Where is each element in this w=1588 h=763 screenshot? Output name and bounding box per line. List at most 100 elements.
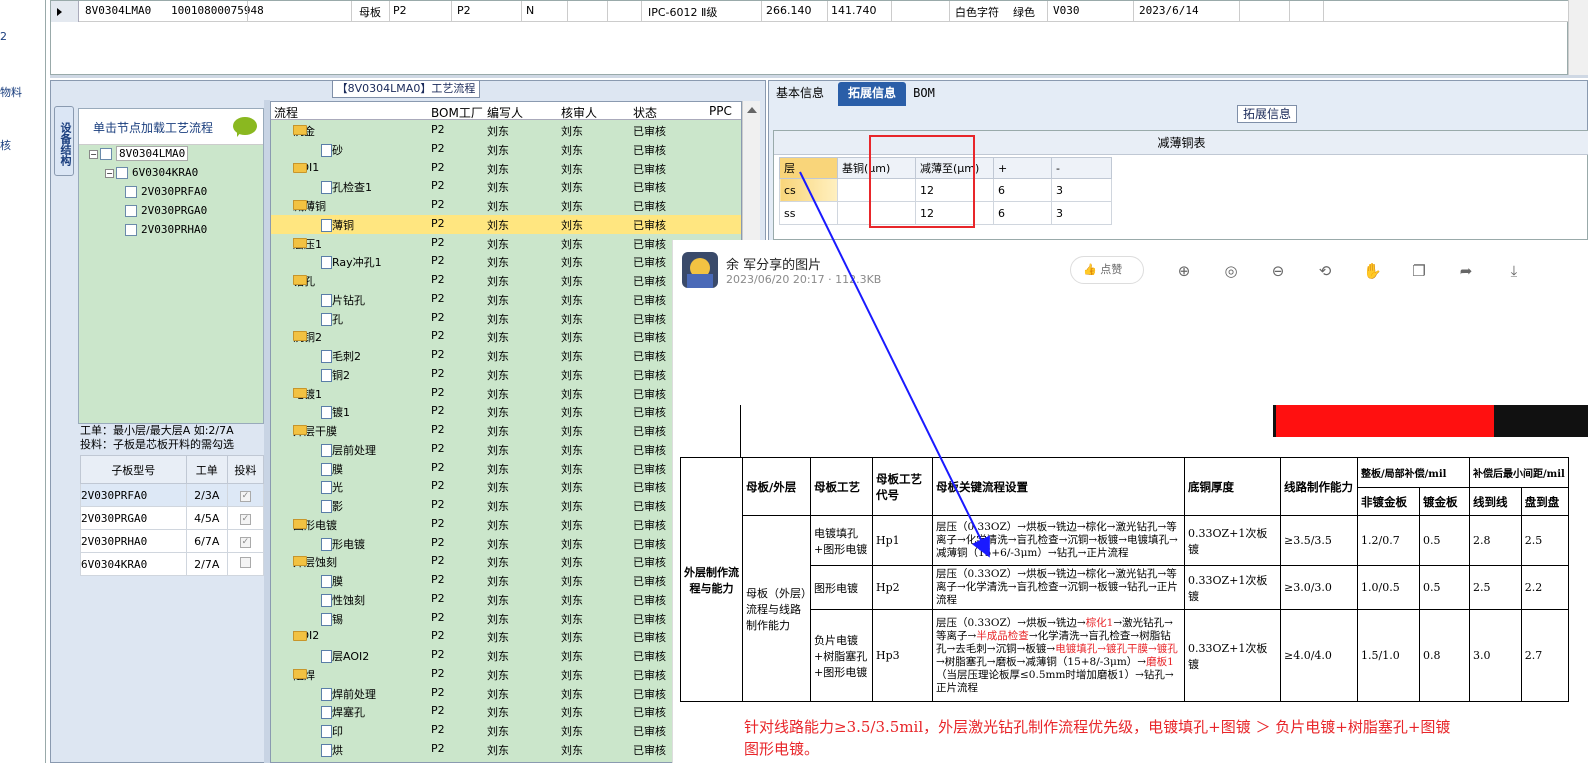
flow-writer: 刘东	[487, 706, 509, 720]
tab-device-structure[interactable]: 设备结构	[54, 106, 74, 176]
feed-checkbox[interactable]: ✓	[239, 491, 251, 502]
table-row[interactable]: 2V030PRFA0 2/3A ✓	[80, 483, 265, 507]
tree-node[interactable]: 2V030PRFA0	[125, 185, 207, 198]
row-indicator[interactable]	[51, 1, 79, 22]
document-icon	[321, 593, 332, 607]
column-header[interactable]: 投料	[226, 455, 265, 484]
flow-step: 显影	[321, 498, 343, 514]
doc-cell: 0.5	[1419, 565, 1470, 610]
document-icon	[321, 706, 332, 720]
flow-status: 已审核	[633, 312, 666, 326]
like-button[interactable]: 👍 点赞	[1070, 256, 1144, 284]
column-header[interactable]: 子板型号	[80, 455, 187, 484]
flow-writer: 刘东	[487, 275, 509, 288]
annotation-red-rectangle	[869, 135, 975, 228]
cell-layer[interactable]: ss	[779, 201, 838, 225]
flow-factory: P2	[431, 291, 445, 305]
folder-icon	[293, 631, 307, 642]
flow-writer: 刘东	[487, 743, 509, 757]
flow-writer: 刘东	[487, 518, 509, 532]
tree-node[interactable]: 2V030PRHA0	[125, 223, 207, 236]
folder-icon	[293, 556, 307, 567]
cell-minus[interactable]: 3	[1051, 178, 1112, 202]
column-header[interactable]: 核审人	[561, 104, 597, 121]
document-icon	[321, 350, 332, 363]
feed-checkbox[interactable]: ✓	[239, 537, 251, 548]
rotate-icon[interactable]: ⟲	[1316, 262, 1334, 280]
tab-extended-info[interactable]: 拓展信息	[838, 82, 906, 106]
zoom-in-icon[interactable]: ⊕	[1175, 262, 1193, 280]
table-row[interactable]: 8V0304LMA0 10010800075948 母板 P2 P2 N IPC…	[51, 1, 1569, 22]
tab-bom[interactable]: BOM	[910, 82, 938, 106]
flow-row[interactable]: −减薄铜 P2 刘东 刘东 已审核	[271, 196, 741, 215]
column-header[interactable]: 状态	[633, 104, 657, 121]
cell-order[interactable]: 4/5A	[185, 506, 228, 530]
feed-checkbox[interactable]: ✓	[239, 514, 251, 525]
column-header[interactable]: BOM工厂	[431, 104, 483, 121]
left-nav-strip: 2 物料 核	[0, 0, 46, 763]
tab-basic-info[interactable]: 基本信息	[770, 82, 830, 106]
cell-layer[interactable]: cs	[779, 178, 838, 202]
flow-row[interactable]: −AOI1 P2 刘东 刘东 已审核	[271, 159, 741, 178]
flow-row[interactable]: −沉金 P2 刘东 刘东 已审核	[271, 121, 741, 140]
doc-side-label: 外层制作流程与能力	[680, 457, 743, 702]
flow-status: 已审核	[633, 612, 666, 626]
column-header[interactable]: 工单	[185, 455, 228, 484]
doc-cell: 0.33OZ+1次板镀	[1184, 609, 1281, 702]
splitter[interactable]	[50, 75, 1588, 78]
flow-row[interactable]: 盲孔检查1 P2 刘东 刘东 已审核	[271, 177, 741, 196]
flow-status: 已审核	[633, 425, 666, 438]
cell-order[interactable]: 6/7A	[185, 529, 228, 553]
column-header[interactable]: -	[1051, 157, 1112, 179]
tree-node[interactable]: 2V030PRGA0	[125, 204, 207, 217]
doc-bottom-note: 针对线路能力≥3.5/3.5mil，外层激光钻孔制作流程优先级，电镀填孔+图镀 …	[744, 716, 1588, 760]
image-meta: 2023/06/20 20:17 · 112.3KB	[726, 273, 882, 286]
column-header[interactable]: +	[993, 157, 1052, 179]
flow-factory: P2	[431, 254, 445, 268]
zoom-out-icon[interactable]: ⊖	[1269, 262, 1287, 280]
tree-node-root[interactable]: −8V0304LMA0	[89, 146, 189, 161]
flow-reviewer: 刘东	[561, 706, 583, 720]
left-nav-item-1[interactable]: 2	[0, 30, 7, 43]
flow-factory: P2	[431, 479, 445, 493]
cell-plus[interactable]: 6	[993, 178, 1052, 202]
tree-node[interactable]: −6V0304KRA0	[105, 166, 198, 179]
fit-icon[interactable]: ◎	[1222, 262, 1240, 280]
feed-checkbox[interactable]	[239, 557, 251, 568]
flow-row[interactable]: 减薄铜 P2 刘东 刘东 已审核	[271, 214, 741, 234]
folder-icon	[293, 162, 307, 173]
flow-row[interactable]: 喷砂 P2 刘东 刘东 已审核	[271, 140, 741, 159]
cell-order[interactable]: 2/3A	[185, 483, 228, 507]
flow-factory: P2	[431, 310, 445, 324]
cell-order[interactable]: 2/7A	[185, 552, 228, 576]
doc-cell: 负片电镀+树脂塞孔+图形电镀	[810, 609, 873, 702]
table-row[interactable]: 2V030PRHA0 6/7A ✓	[80, 529, 265, 553]
flow-status: 已审核	[633, 725, 666, 738]
flow-factory: P2	[431, 629, 445, 643]
flow-status: 已审核	[633, 237, 666, 251]
top-grid-scrollbar[interactable]	[1568, 0, 1588, 75]
flow-status: 已审核	[633, 350, 666, 363]
flow-step: −阻焊	[293, 667, 315, 683]
column-header[interactable]: 流程	[274, 104, 298, 121]
left-nav-item-2[interactable]: 物料	[0, 84, 22, 100]
flow-reviewer: 刘东	[561, 500, 583, 513]
table-row[interactable]: 6V0304KRA0 2/7A	[80, 552, 265, 576]
download-icon[interactable]: ⤓	[1505, 262, 1523, 280]
cell-model: 2V030PRFA0	[80, 483, 187, 507]
flow-step: 盲孔检查1	[321, 179, 372, 195]
left-nav-item-3[interactable]: 核	[0, 137, 11, 153]
copy-icon[interactable]: ❐	[1410, 262, 1428, 280]
table-row[interactable]: 2V030PRGA0 4/5A ✓	[80, 506, 265, 530]
cell-minus[interactable]: 3	[1051, 201, 1112, 225]
column-header[interactable]: PPC	[709, 104, 732, 118]
cell-plus[interactable]: 6	[993, 201, 1052, 225]
document-icon	[321, 481, 332, 495]
column-header[interactable]: 编写人	[487, 104, 523, 121]
flow-step: 板镀1	[321, 404, 350, 420]
process-panel-title: 【8V0304LMA0】工艺流程	[332, 80, 480, 98]
column-header[interactable]: 层	[779, 157, 838, 179]
hand-icon[interactable]: ✋	[1363, 262, 1382, 280]
doc-cell: 2.7	[1520, 609, 1569, 702]
share-icon[interactable]: ➦	[1457, 262, 1475, 280]
